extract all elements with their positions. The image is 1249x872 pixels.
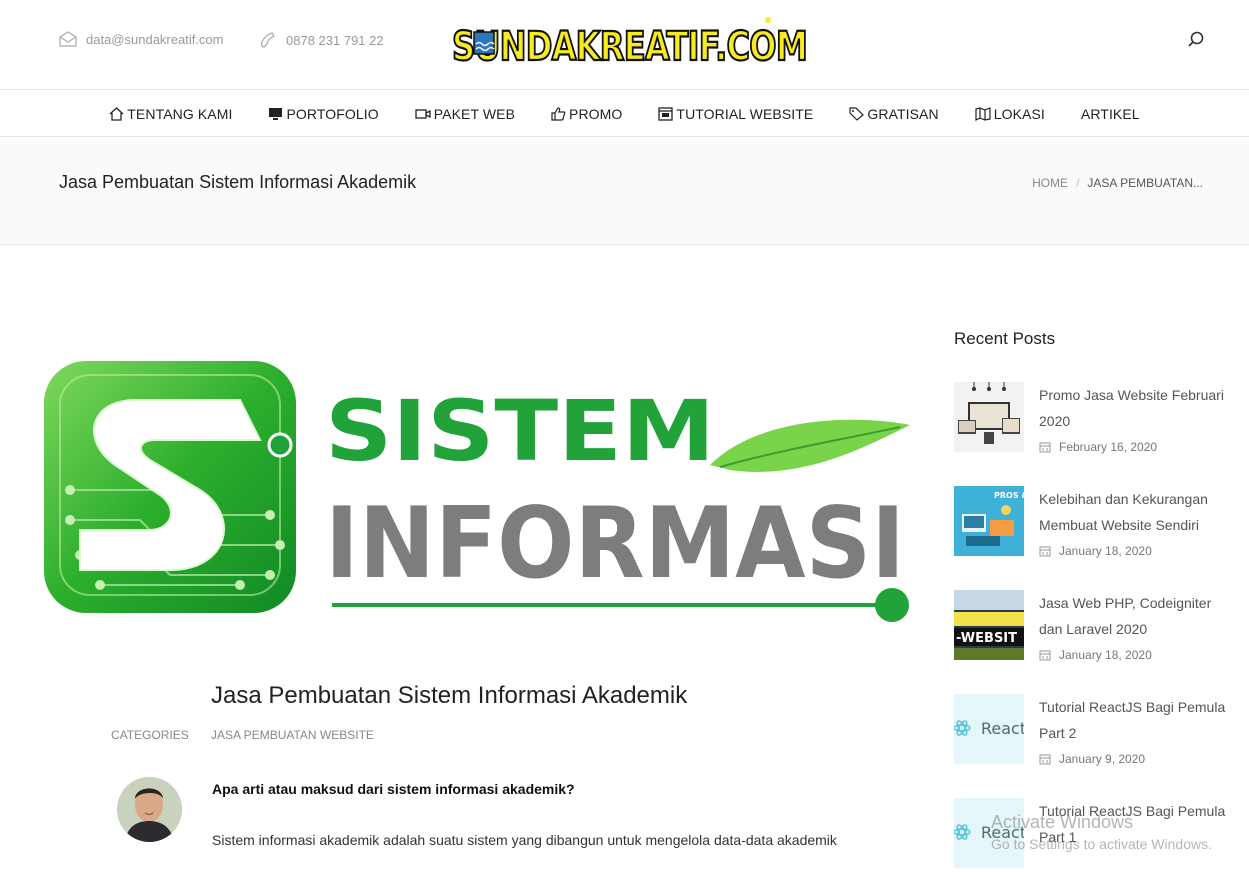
browser-icon <box>658 107 674 121</box>
site-logo[interactable]: SUNDAKREATIF.COM <box>450 14 812 72</box>
map-icon <box>975 107 991 121</box>
page-title-bar: Jasa Pembuatan Sistem Informasi Akademik… <box>0 138 1249 245</box>
web-php-thumbnail: -WEBSIT <box>954 590 1024 660</box>
calendar-icon <box>1039 650 1051 661</box>
recent-post-item[interactable]: -WEBSIT Jasa Web PHP, Codeigniter dan La… <box>954 590 1234 680</box>
recent-post-thumb[interactable] <box>954 382 1024 452</box>
calendar-icon <box>1039 546 1051 557</box>
post-title: Jasa Pembuatan Sistem Informasi Akademik <box>211 682 688 709</box>
site-header: data@sundakreatif.com 0878 231 791 22 SU… <box>0 0 1249 90</box>
recent-post-item[interactable]: React. Tutorial ReactJS Bagi Pemula Part… <box>954 798 1234 872</box>
nav-label: TENTANG KAMI <box>127 106 233 122</box>
calendar-icon <box>1039 754 1051 765</box>
react-thumbnail: React. <box>954 798 1024 868</box>
tag-icon <box>849 107 865 121</box>
search-icon[interactable] <box>1186 30 1206 50</box>
category-link[interactable]: JASA PEMBUATAN WEBSITE <box>211 728 374 742</box>
nav-label: PROMO <box>569 106 623 122</box>
phone-icon <box>260 32 275 48</box>
windows-watermark-title: Activate Windows <box>991 812 1134 832</box>
nav-label: LOKASI <box>993 106 1045 122</box>
breadcrumb-home[interactable]: HOME <box>1032 176 1068 190</box>
breadcrumb: HOME / JASA PEMBUATAN... <box>1032 176 1203 190</box>
svg-text:-WEBSIT: -WEBSIT <box>956 631 1017 646</box>
svg-text:SUNDAKREATIF.COM: SUNDAKREATIF.COM <box>452 24 807 70</box>
author-avatar[interactable] <box>117 777 182 842</box>
recent-post-date: January 18, 2020 <box>1039 544 1152 558</box>
breadcrumb-current: JASA PEMBUATAN... <box>1087 176 1203 190</box>
recent-posts-title: Recent Posts <box>954 329 1056 348</box>
recent-post-link[interactable]: Promo Jasa Website Februari 2020 <box>1039 382 1234 434</box>
recent-post-date: January 9, 2020 <box>1039 752 1145 766</box>
feature-word-informasi: INFORMASI <box>325 487 905 601</box>
recent-post-link[interactable]: Jasa Web PHP, Codeigniter dan Laravel 20… <box>1039 590 1234 642</box>
header-email-text: data@sundakreatif.com <box>86 31 224 47</box>
nav-item-paket-web[interactable]: PAKET WEB <box>415 106 515 122</box>
recent-post-thumb[interactable]: React. <box>954 798 1024 868</box>
nav-item-tentang-kami[interactable]: TENTANG KAMI <box>109 106 232 122</box>
nav-item-portofolio[interactable]: PORTOFOLIO <box>268 106 379 122</box>
avatar-photo <box>117 777 182 842</box>
header-email[interactable]: data@sundakreatif.com <box>59 31 224 47</box>
header-phone[interactable]: 0878 231 791 22 <box>259 31 384 49</box>
video-icon <box>415 109 431 119</box>
recent-post-item[interactable]: PROS & Kelebihan dan Kekurangan Membuat … <box>954 486 1234 576</box>
featured-image: SISTEM INFORMASI <box>44 361 910 622</box>
recent-post-date-text: February 16, 2020 <box>1059 440 1158 454</box>
nav-label: PAKET WEB <box>433 106 516 122</box>
calendar-icon <box>1039 442 1051 453</box>
categories-label: CATEGORIES <box>111 728 189 742</box>
nav-item-promo[interactable]: PROMO <box>551 106 622 122</box>
nav-item-tutorial-website[interactable]: TUTORIAL WEBSITE <box>658 106 813 122</box>
nav-item-gratisan[interactable]: GRATISAN <box>849 106 939 122</box>
recent-post-link[interactable]: Tutorial ReactJS Bagi Pemula Part 2 <box>1039 694 1234 746</box>
feature-word-sistem: SISTEM <box>325 382 715 480</box>
post-paragraph: Sistem informasi akademik adalah suatu s… <box>212 832 837 848</box>
devices-thumbnail <box>954 382 1024 452</box>
monitor-icon <box>269 108 283 120</box>
thumbs-up-icon <box>551 107 566 121</box>
main-nav: TENTANG KAMI PORTOFOLIO PAKET WEB PROMO … <box>0 91 1249 137</box>
react-thumbnail: React. <box>954 694 1024 764</box>
recent-post-date-text: January 18, 2020 <box>1059 648 1152 662</box>
breadcrumb-separator: / <box>1076 176 1080 190</box>
recent-post-item[interactable]: React. Tutorial ReactJS Bagi Pemula Part… <box>954 694 1234 784</box>
recent-post-item[interactable]: Promo Jasa Website Februari 2020 Februar… <box>954 382 1234 472</box>
recent-post-link[interactable]: Kelebihan dan Kekurangan Membuat Website… <box>1039 486 1234 538</box>
nav-label: GRATISAN <box>867 106 939 122</box>
envelope-icon <box>59 31 77 47</box>
recent-post-date: January 18, 2020 <box>1039 648 1152 662</box>
header-phone-text: 0878 231 791 22 <box>286 32 384 48</box>
nav-item-artikel[interactable]: ARTIKEL <box>1081 106 1140 122</box>
windows-watermark-subtitle: Go to Settings to activate Windows. <box>991 836 1212 852</box>
recent-post-thumb[interactable]: React. <box>954 694 1024 764</box>
page-title: Jasa Pembuatan Sistem Informasi Akademik <box>59 172 417 192</box>
recent-post-date: February 16, 2020 <box>1039 440 1157 454</box>
recent-post-thumb[interactable]: -WEBSIT <box>954 590 1024 660</box>
home-icon <box>109 107 124 121</box>
nav-label: ARTIKEL <box>1080 106 1140 122</box>
recent-post-date-text: January 18, 2020 <box>1059 544 1152 558</box>
nav-item-lokasi[interactable]: LOKASI <box>975 106 1045 122</box>
recent-post-date-text: January 9, 2020 <box>1059 752 1146 766</box>
thumb-react-text: React. <box>981 719 1024 738</box>
nav-label: PORTOFOLIO <box>286 106 379 122</box>
pros-cons-thumbnail: PROS & <box>954 486 1024 556</box>
post-question: Apa arti atau maksud dari sistem informa… <box>212 781 575 797</box>
recent-post-thumb[interactable]: PROS & <box>954 486 1024 556</box>
nav-label: TUTORIAL WEBSITE <box>676 106 814 122</box>
thumb-pros-text: PROS & <box>994 491 1024 500</box>
